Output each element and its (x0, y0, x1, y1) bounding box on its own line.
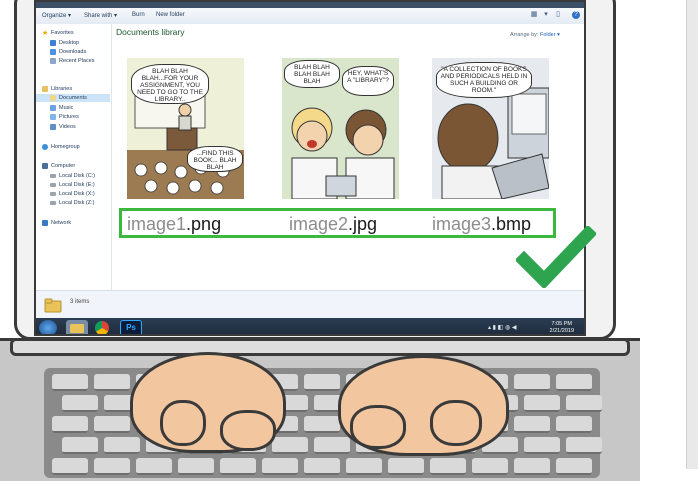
documents-icon (50, 95, 56, 101)
keyboard-key (94, 374, 130, 391)
keyboard-key (514, 374, 550, 391)
star-icon: ★ (42, 30, 49, 37)
keyboard-key (304, 374, 340, 391)
right-finger (350, 405, 406, 449)
keyboard-key (430, 458, 466, 475)
homegroup-icon (42, 144, 48, 150)
keyboard-key (304, 458, 340, 475)
keyboard-key (220, 458, 256, 475)
music-icon (50, 105, 56, 111)
taskbar-explorer[interactable] (66, 320, 88, 334)
drive-icon (50, 183, 56, 187)
library-title: Documents library (116, 27, 185, 37)
speech-bubble: BLAH BLAH BLAH...FOR YOUR ASSIGNMENT, YO… (131, 64, 209, 104)
keyboard-key (388, 458, 424, 475)
keyboard-key (304, 416, 340, 433)
left-thumb (160, 400, 206, 446)
thumbnail-image3[interactable]: "A COLLECTION OF BOOKS AND PERIODICALS H… (432, 58, 549, 199)
keyboard-key (62, 395, 98, 412)
libraries-icon (42, 86, 48, 92)
start-button[interactable] (39, 320, 57, 334)
keyboard-key (472, 458, 508, 475)
recent-places-icon (50, 58, 56, 64)
arrange-by[interactable]: Arrange by: Folder ▾ (510, 32, 560, 38)
keyboard-key (346, 458, 382, 475)
nav-documents[interactable]: Documents (36, 94, 110, 102)
speech-bubble: BLAH BLAH BLAH BLAH BLAH (284, 60, 340, 88)
speech-bubble: HEY, WHAT'S A "LIBRARY"? (342, 66, 394, 96)
taskbar-photoshop[interactable]: Ps (120, 320, 142, 334)
keyboard-key (566, 437, 602, 454)
screen: Organize ▾ Share with ▾ Burn New folder … (34, 0, 586, 336)
thumbnail-image1[interactable]: BLAH BLAH BLAH...FOR YOUR ASSIGNMENT, YO… (127, 58, 244, 199)
share-with-button[interactable]: Share with ▾ (84, 12, 117, 19)
folder-icon (44, 298, 62, 313)
organize-button[interactable]: Organize ▾ (42, 12, 71, 19)
taskbar-chrome[interactable] (92, 320, 114, 334)
keyboard-keys (44, 368, 602, 478)
keyboard-key (52, 458, 88, 475)
right-thumb (430, 400, 482, 446)
filename-highlight-box: image1.png image2.jpg image3.bmp (119, 208, 556, 238)
keyboard-key (104, 437, 140, 454)
keyboard-key (524, 395, 560, 412)
arrange-by-value[interactable]: Folder (540, 32, 556, 38)
keyboard-key (514, 458, 550, 475)
new-folder-button[interactable]: New folder (156, 12, 185, 18)
videos-icon (50, 124, 56, 130)
left-finger (220, 410, 276, 451)
content-pane: Documents library Arrange by: Folder ▾ B… (112, 24, 584, 290)
burn-button[interactable]: Burn (132, 12, 145, 18)
desktop-icon (50, 40, 56, 46)
keyboard-key (524, 437, 560, 454)
drive-icon (50, 192, 56, 196)
keyboard-key (136, 458, 172, 475)
explorer-toolbar: Organize ▾ Share with ▾ Burn New folder … (36, 8, 584, 25)
status-bar: 3 items (36, 290, 584, 319)
system-tray-icons[interactable]: ▴ ▮ ◧ ◍ ◀ (488, 324, 517, 331)
keyboard-key (556, 416, 592, 433)
keyboard-key (262, 458, 298, 475)
help-icon[interactable]: ? (572, 11, 580, 19)
taskbar: Ps ▴ ▮ ◧ ◍ ◀ 7:05 PM 2/21/2019 (36, 318, 584, 334)
folder-icon (70, 324, 84, 333)
item-count: 3 items (70, 299, 90, 305)
keyboard-key (62, 437, 98, 454)
keyboard-key (94, 458, 130, 475)
keyboard-key (566, 395, 602, 412)
pictures-icon (50, 114, 56, 120)
keyboard-key (94, 416, 130, 433)
file-name-image1[interactable]: image1.png (127, 214, 221, 235)
keyboard-key (52, 416, 88, 433)
preview-pane-icon[interactable]: ▯ (554, 11, 562, 19)
photoshop-icon: Ps (126, 323, 136, 332)
keyboard-key (178, 458, 214, 475)
network-icon (42, 220, 48, 226)
computer-icon (42, 163, 48, 169)
thumbnail-image2[interactable]: BLAH BLAH BLAH BLAH BLAH HEY, WHAT'S A "… (282, 58, 399, 199)
keyboard-key (314, 437, 350, 454)
system-clock[interactable]: 7:05 PM 2/21/2019 (550, 321, 574, 334)
keyboard-key (52, 374, 88, 391)
file-name-image2[interactable]: image2.jpg (289, 214, 377, 235)
right-edge (686, 0, 698, 469)
navigation-pane: ★ Favorites Desktop Downloads Recent Pla… (36, 24, 112, 290)
keyboard-key (272, 437, 308, 454)
laptop-hinge (10, 338, 630, 356)
speech-bubble: ...FIND THIS BOOK... BLAH BLAH (187, 146, 243, 172)
view-dropdown-icon[interactable]: ▾ (542, 11, 550, 19)
keyboard-key (556, 374, 592, 391)
keyboard-key (514, 416, 550, 433)
drive-icon (50, 201, 56, 205)
chrome-icon (95, 321, 109, 334)
speech-bubble: "A COLLECTION OF BOOKS AND PERIODICALS H… (436, 62, 532, 98)
view-options-icon[interactable]: ▦ (530, 11, 538, 19)
keyboard-key (556, 458, 592, 475)
drive-icon (50, 174, 56, 178)
downloads-icon (50, 49, 56, 55)
checkmark-icon (516, 226, 596, 288)
